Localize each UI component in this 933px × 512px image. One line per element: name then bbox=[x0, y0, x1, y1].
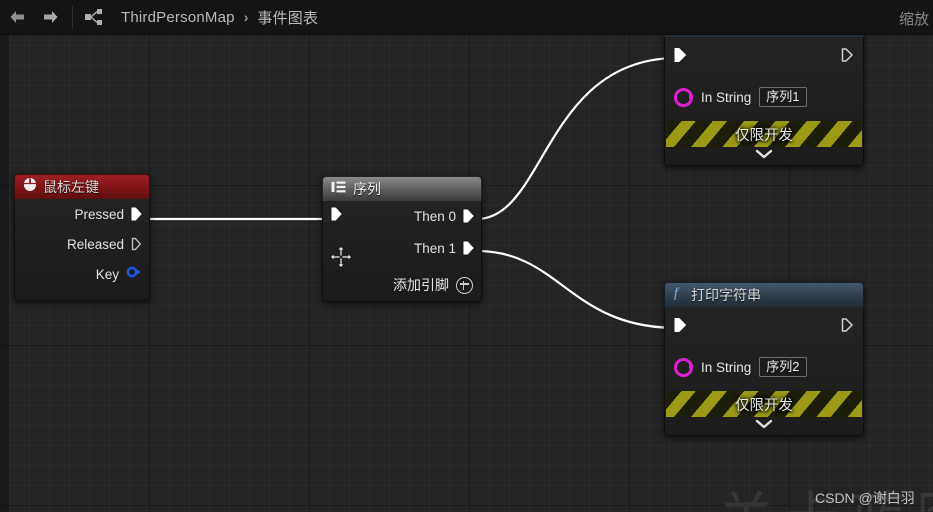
chevron-down-icon bbox=[755, 419, 773, 429]
pin-label: Then 1 bbox=[413, 240, 456, 256]
in-string-input[interactable]: 序列2 bbox=[759, 357, 807, 377]
exec-pin-filled-icon[interactable] bbox=[463, 241, 474, 255]
in-string-pin-row: In String 序列2 bbox=[674, 357, 807, 377]
node-title: 鼠标左键 bbox=[43, 179, 99, 195]
node-print-string-2[interactable]: f 打印字符串 In String 序列2 仅限开发 bbox=[664, 282, 864, 436]
plus-circle-icon[interactable] bbox=[456, 276, 473, 294]
move-cursor-icon bbox=[329, 245, 353, 269]
exec-pin-filled-icon[interactable] bbox=[131, 207, 142, 221]
pin-label: Then 0 bbox=[413, 208, 456, 224]
string-data-pin-icon[interactable] bbox=[674, 87, 694, 107]
zoom-level-label: 缩放 bbox=[899, 11, 930, 28]
in-string-input[interactable]: 序列1 bbox=[759, 87, 807, 107]
breadcrumb-separator-icon: › bbox=[243, 9, 249, 25]
forward-button[interactable] bbox=[34, 0, 68, 34]
string-data-pin-icon[interactable] bbox=[674, 357, 694, 377]
mouse-icon bbox=[23, 177, 37, 197]
event-graph-icon-button[interactable] bbox=[77, 0, 111, 34]
pin-label: Released bbox=[66, 236, 124, 252]
expand-node-button[interactable] bbox=[665, 419, 863, 429]
arrow-right-icon bbox=[42, 9, 60, 25]
pin-then-0[interactable]: Then 0 bbox=[414, 207, 474, 225]
node-header: 鼠标左键 bbox=[14, 174, 150, 199]
node-header: f 打印字符串 bbox=[664, 282, 864, 307]
in-string-label: In String bbox=[701, 89, 752, 105]
key-data-pin-icon[interactable] bbox=[126, 265, 142, 284]
pin-key[interactable]: Key bbox=[96, 265, 142, 283]
pin-label: Pressed bbox=[74, 206, 124, 222]
expand-node-button[interactable] bbox=[665, 149, 863, 159]
breadcrumb-current[interactable]: 事件图表 bbox=[257, 7, 318, 28]
pin-released[interactable]: Released bbox=[67, 235, 142, 253]
node-title: 打印字符串 bbox=[691, 287, 761, 303]
in-string-label: In String bbox=[701, 359, 752, 375]
toolbar-divider bbox=[72, 6, 73, 28]
development-only-label: 仅限开发 bbox=[735, 397, 793, 414]
pin-then-1[interactable]: Then 1 bbox=[414, 239, 474, 257]
exec-pin-in-icon[interactable] bbox=[674, 47, 687, 68]
breadcrumb-root[interactable]: ThirdPersonMap bbox=[121, 9, 235, 26]
wire-then1-to-print2 bbox=[475, 249, 679, 330]
exec-pin-in-icon[interactable] bbox=[674, 317, 687, 338]
node-body: In String 序列1 仅限开发 bbox=[664, 37, 864, 166]
node-body: Pressed Released Key bbox=[14, 199, 150, 301]
node-print-string-1[interactable]: f 打印字符串 bbox=[664, 34, 864, 166]
exec-pin-row bbox=[665, 47, 863, 65]
node-sequence[interactable]: 序列 Then 0 Then 1 添加引脚 bbox=[322, 176, 482, 302]
exec-pin-filled-icon[interactable] bbox=[463, 209, 474, 223]
blueprint-editor-window: ThirdPersonMap › 事件图表 缩放 关卡蓝图 bbox=[0, 0, 933, 512]
back-button[interactable] bbox=[0, 0, 34, 34]
canvas-left-shade bbox=[0, 34, 9, 512]
function-f-icon: f bbox=[673, 285, 685, 305]
add-pin-label: 添加引脚 bbox=[393, 277, 449, 293]
node-header: 序列 bbox=[322, 176, 482, 201]
graph-node-icon bbox=[84, 8, 104, 26]
pin-pressed[interactable]: Pressed bbox=[74, 205, 142, 223]
background-watermark: 关卡蓝图 bbox=[718, 474, 933, 512]
pin-sequence-exec-in[interactable] bbox=[331, 207, 342, 226]
node-mouse-left-button[interactable]: 鼠标左键 Pressed Released Key bbox=[14, 174, 150, 301]
exec-pin-row bbox=[665, 317, 863, 335]
wire-then0-to-print1 bbox=[475, 56, 679, 221]
node-title: 序列 bbox=[353, 181, 381, 197]
exec-pin-out-icon[interactable] bbox=[841, 317, 854, 338]
add-pin-button[interactable]: 添加引脚 bbox=[393, 275, 473, 295]
author-watermark: CSDN @谢白羽 bbox=[815, 490, 915, 506]
graph-canvas[interactable]: 关卡蓝图 鼠标左键 bbox=[0, 34, 933, 512]
sequence-icon bbox=[331, 180, 347, 199]
arrow-left-icon bbox=[8, 9, 26, 25]
exec-pin-hollow-icon[interactable] bbox=[131, 237, 142, 251]
development-only-band: 仅限开发 bbox=[666, 391, 862, 417]
development-only-label: 仅限开发 bbox=[735, 127, 793, 144]
in-string-pin-row: In String 序列1 bbox=[674, 87, 807, 107]
svg-text:f: f bbox=[674, 286, 680, 300]
pin-label: Key bbox=[95, 266, 119, 282]
exec-pin-out-icon[interactable] bbox=[841, 47, 854, 68]
breadcrumb: ThirdPersonMap › 事件图表 bbox=[121, 7, 318, 28]
chevron-down-icon bbox=[755, 149, 773, 159]
graph-toolbar: ThirdPersonMap › 事件图表 bbox=[0, 0, 933, 35]
development-only-band: 仅限开发 bbox=[666, 121, 862, 147]
node-body: In String 序列2 仅限开发 bbox=[664, 307, 864, 436]
